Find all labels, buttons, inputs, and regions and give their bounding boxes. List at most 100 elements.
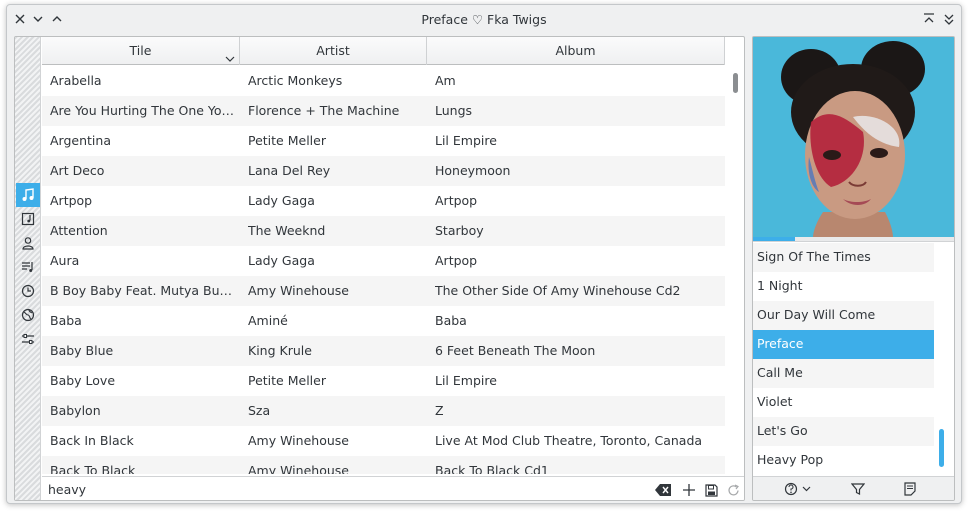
playlist-item[interactable]: Violet	[753, 388, 934, 417]
track-artist-cell: Sza	[248, 403, 271, 418]
repeat-mode-icon[interactable]	[783, 480, 813, 498]
filter-bar	[42, 476, 744, 500]
playlist-item[interactable]: Heavy Pop	[753, 446, 934, 475]
playlist-item[interactable]: Call Me	[753, 359, 934, 388]
table-row[interactable]: Aura Lady Gaga Artpop	[42, 246, 725, 276]
track-title-cell: Babylon	[50, 403, 101, 418]
window-title: Preface ♡ Fka Twigs	[421, 12, 547, 27]
track-title-cell: Artpop	[50, 193, 93, 208]
track-artist-cell: Lana Del Rey	[248, 163, 331, 178]
title-bar: Preface ♡ Fka Twigs	[7, 5, 961, 33]
table-header: Tile Artist Album	[42, 37, 725, 65]
table-row[interactable]: Back In Black Amy Winehouse Live At Mod Cl…	[42, 426, 725, 456]
playlist-item[interactable]: Our Day Will Come	[753, 301, 934, 330]
track-title-cell: Aura	[50, 253, 80, 268]
refresh-icon[interactable]	[724, 481, 742, 499]
track-artist-cell: The Weeknd	[248, 223, 326, 238]
filter-icon[interactable]	[849, 480, 867, 498]
track-album-cell: 6 Feet Beneath The Moon	[435, 343, 596, 358]
track-album-cell: Artpop	[435, 193, 478, 208]
track-album-cell: Honeymoon	[435, 163, 511, 178]
table-row[interactable]: Back To Black Amy Winehouse Back To Black …	[42, 456, 725, 474]
table-row[interactable]: Arabella Arctic Monkeys Am	[42, 66, 725, 96]
globe-icon[interactable]	[16, 303, 40, 327]
playlist-icon[interactable]	[16, 255, 40, 279]
track-artist-cell: Florence + The Machine	[248, 103, 400, 118]
track-album-cell: Lil Empire	[435, 373, 497, 388]
track-album-cell: Z	[435, 403, 444, 418]
table-body: Arabella Arctic Monkeys Am Are You Hurting …	[42, 66, 725, 474]
playlist-item-selected[interactable]: Preface	[753, 330, 934, 359]
track-title-cell: Baby Blue	[50, 343, 114, 358]
track-title-cell: Attention	[50, 223, 108, 238]
playlist-scrollbar-thumb[interactable]	[939, 429, 944, 467]
player-window: Preface ♡ Fka Twigs Tile Artist Album Ar…	[6, 4, 962, 504]
column-header-title-label: Tile	[129, 43, 152, 58]
album-icon[interactable]	[16, 207, 40, 231]
table-row[interactable]: B Boy Baby Feat. Mutya Buena Amy Winehous…	[42, 276, 725, 306]
save-icon[interactable]	[702, 481, 720, 499]
album-art-image	[753, 37, 954, 237]
track-artist-cell: Amy Winehouse	[248, 283, 349, 298]
track-artist-cell: Amy Winehouse	[248, 433, 349, 448]
track-title-cell: Back In Black	[50, 433, 134, 448]
table-row[interactable]: Baby Blue King Krule 6 Feet Beneath The Mo…	[42, 336, 725, 366]
column-header-album[interactable]: Album	[427, 37, 725, 65]
settings-sliders-icon[interactable]	[16, 327, 40, 351]
track-artist-cell: Lady Gaga	[248, 253, 315, 268]
table-row[interactable]: Baby Love Petite Meller Lil Empire	[42, 366, 725, 396]
table-row[interactable]: Attention The Weeknd Starboy	[42, 216, 725, 246]
track-album-cell: The Other Side Of Amy Winehouse Cd2	[435, 283, 681, 298]
table-scrollbar-thumb[interactable]	[733, 73, 738, 93]
table-row[interactable]: Are You Hurting The One You Lo... Florenc…	[42, 96, 725, 126]
keep-below-icon[interactable]	[941, 11, 957, 27]
playlist: Sign Of The Times 1 Night Our Day Will Com…	[753, 243, 934, 475]
track-artist-cell: Amy Winehouse	[248, 463, 349, 474]
track-artist-cell: Lady Gaga	[248, 193, 315, 208]
playlist-item[interactable]: 1 Night	[753, 272, 934, 301]
table-row[interactable]: Babylon Sza Z	[42, 396, 725, 426]
track-artist-cell: Petite Meller	[248, 133, 326, 148]
track-title-cell: Arabella	[50, 73, 102, 88]
playlist-item[interactable]: Let's Go	[753, 417, 934, 446]
column-header-artist-label: Artist	[316, 43, 350, 58]
track-album-cell: Starboy	[435, 223, 484, 238]
track-album-cell: Lil Empire	[435, 133, 497, 148]
column-header-artist[interactable]: Artist	[240, 37, 427, 65]
playlist-toolbar	[753, 476, 954, 500]
artist-icon[interactable]	[16, 231, 40, 255]
table-row[interactable]: Artpop Lady Gaga Artpop	[42, 186, 725, 216]
table-row[interactable]: Argentina Petite Meller Lil Empire	[42, 126, 725, 156]
track-title-cell: Art Deco	[50, 163, 105, 178]
track-title-cell: Baba	[50, 313, 82, 328]
track-album-cell: Live At Mod Club Theatre, Toronto, Canad…	[435, 433, 703, 448]
track-title-cell: Baby Love	[50, 373, 116, 388]
now-playing-pane: Sign Of The Times 1 Night Our Day Will Com…	[752, 36, 955, 501]
filter-input[interactable]	[48, 480, 608, 498]
track-album-cell: Baba	[435, 313, 467, 328]
playlist-item[interactable]: Sign Of The Times	[753, 243, 934, 272]
music-note-icon[interactable]	[16, 183, 40, 207]
track-title-cell: Argentina	[50, 133, 111, 148]
table-row[interactable]: Baba Aminé Baba	[42, 306, 725, 336]
track-album-cell: Am	[435, 73, 456, 88]
category-tabs	[15, 183, 41, 351]
add-icon[interactable]	[680, 481, 698, 499]
track-title-cell: B Boy Baby Feat. Mutya Buena	[50, 283, 238, 298]
recent-icon[interactable]	[16, 279, 40, 303]
column-header-album-label: Album	[555, 43, 596, 58]
table-row[interactable]: Art Deco Lana Del Rey Honeymoon	[42, 156, 725, 186]
track-album-cell: Lungs	[435, 103, 473, 118]
column-header-title[interactable]: Tile	[42, 37, 240, 65]
table-scrollbar[interactable]	[729, 67, 743, 473]
track-album-cell: Back To Black Cd1	[435, 463, 549, 474]
playback-progress[interactable]	[753, 237, 954, 242]
keep-above-icon[interactable]	[921, 11, 937, 27]
track-artist-cell: King Krule	[248, 343, 312, 358]
clear-icon[interactable]	[654, 481, 672, 499]
track-artist-cell: Arctic Monkeys	[248, 73, 343, 88]
track-album-cell: Artpop	[435, 253, 478, 268]
track-artist-cell: Petite Meller	[248, 373, 326, 388]
notes-icon[interactable]	[901, 480, 919, 498]
track-title-cell: Back To Black	[50, 463, 136, 474]
